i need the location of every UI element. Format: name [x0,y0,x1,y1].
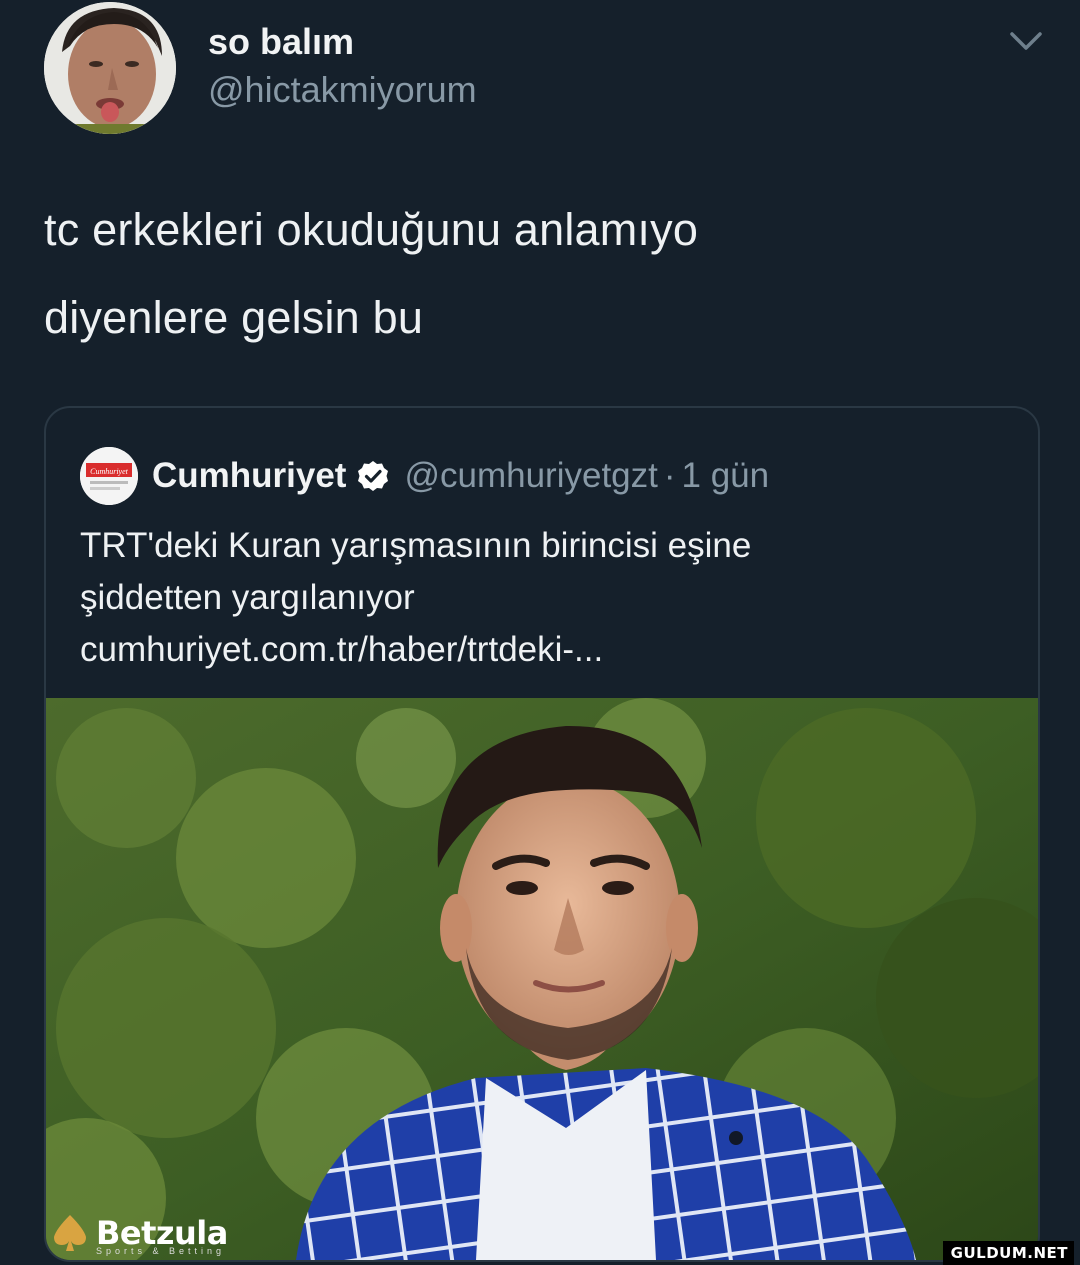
separator-dot: · [663,456,676,495]
chevron-down-icon[interactable] [1004,26,1048,56]
quoted-text-line: TRT'deki Kuran yarışmasının birincisi eş… [80,526,752,565]
quoted-tweet-text: TRT'deki Kuran yarışmasının birincisi eş… [80,520,1010,676]
author-handle[interactable]: @hictakmiyorum [208,68,477,112]
quoted-avatar-logo-text: Cumhuriyet [90,467,129,476]
betzula-tagline: Sports & Betting [96,1246,226,1256]
quoted-text-line: şiddetten yargılanıyor [80,578,415,617]
betzula-watermark: Betzula Sports & Betting [48,1208,228,1258]
quoted-author-display-name[interactable]: Cumhuriyet [152,456,346,496]
tweet-text: tc erkekleri okuduğunu anlamıyo diyenler… [44,186,1034,362]
author-display-name[interactable]: so balım [208,20,354,64]
verified-badge-icon [356,459,390,493]
tweet-text-line: tc erkekleri okuduğunu anlamıyo [44,204,699,255]
quoted-author-handle[interactable]: @cumhuriyetgzt [404,456,657,496]
spade-icon [48,1211,92,1255]
author-avatar[interactable] [44,2,176,134]
tweet-text-line: diyenlere gelsin bu [44,292,424,343]
quoted-author-avatar[interactable]: Cumhuriyet [80,447,138,505]
quoted-tweet-header: Cumhuriyet Cumhuriyet @cumhuriyetgzt · 1… [80,444,769,508]
quoted-tweet-photo[interactable] [46,698,1038,1260]
quoted-link[interactable]: cumhuriyet.com.tr/haber/trtdeki-... [80,624,1010,676]
quoted-tweet-timestamp[interactable]: 1 gün [682,456,770,496]
site-watermark: GULDUM.NET [942,1241,1074,1265]
quoted-tweet-card[interactable]: Cumhuriyet Cumhuriyet @cumhuriyetgzt · 1… [44,406,1040,1262]
tweet[interactable]: so balım @hictakmiyorum tc erkekleri oku… [0,0,1080,1265]
